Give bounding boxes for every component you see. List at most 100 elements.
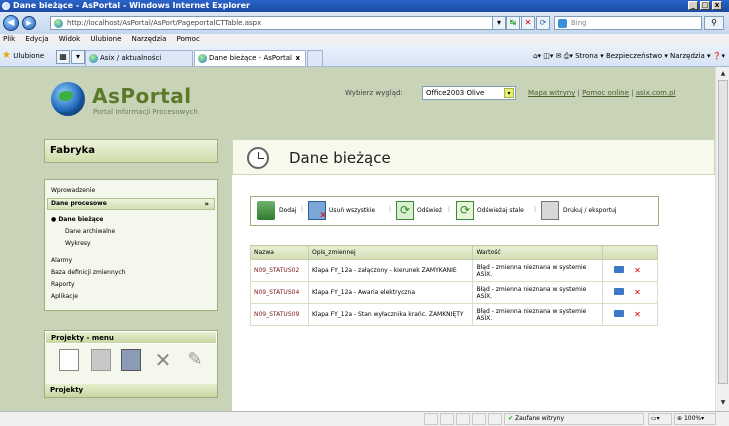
refresh-icon[interactable]: ⟳ — [396, 201, 414, 220]
column-header-value[interactable]: Wartość — [472, 245, 604, 260]
theme-select[interactable]: Office2003 Olive ▾ — [422, 86, 516, 100]
table-row[interactable]: N09_STATUS02 Klapa FY_12a - załączony - … — [250, 259, 658, 282]
logo[interactable]: AsPortal — [92, 84, 192, 108]
zoom-control[interactable]: ⊕ 100%▾ — [674, 413, 716, 425]
favorites-bar: ★ Ulubione ▦ ▾ Asix / aktualności Dane b… — [0, 45, 729, 67]
page-icon — [54, 19, 63, 28]
menu-view[interactable]: Widok — [59, 35, 81, 43]
sidebar-nav: Wprowadzenie Dane procesowe» ● Dane bież… — [44, 179, 218, 311]
maximize-button[interactable]: □ — [700, 1, 710, 10]
menu-help[interactable]: Pomoc — [177, 35, 200, 43]
menu-bar: Plik Edycja Widok Ulubione Narzędzia Pom… — [0, 34, 729, 45]
menu-favorites[interactable]: Ulubione — [90, 35, 121, 43]
sidebar-item-applications[interactable]: Aplikacje — [51, 293, 78, 300]
sidebar-item-alarms[interactable]: Alarmy — [51, 257, 72, 264]
compatibility-icon[interactable]: ↹ — [506, 16, 520, 30]
save-as-icon[interactable] — [121, 349, 141, 371]
print-icon[interactable] — [541, 201, 559, 220]
cell-description: Klapa FY_12a - Awaria elektryczna — [307, 281, 474, 304]
theme-label: Wybierz wygląd: — [345, 89, 403, 97]
logo-subtitle: Portal Informacji Procesowych — [93, 108, 198, 116]
back-button[interactable]: ◀ — [3, 15, 19, 31]
window-title: Dane bieżące - AsPortal - Windows Intern… — [13, 1, 250, 10]
table-row[interactable]: N09_STATUS04 Klapa FY_12a - Awaria elekt… — [250, 281, 658, 304]
menu-tools[interactable]: Narzędzia — [132, 35, 167, 43]
column-header-name[interactable]: Nazwa — [250, 245, 309, 260]
cell-name: N09_STATUS09 — [250, 303, 309, 326]
delete-all-icon[interactable]: ✕ — [308, 201, 327, 221]
header-links: Mapa witryny | Pomoc online | asix.com.p… — [528, 89, 676, 97]
new-tab-button[interactable] — [307, 50, 323, 66]
auto-refresh-icon[interactable]: ⟳ — [456, 201, 474, 220]
pin-icon[interactable]: ✎ — [185, 349, 205, 371]
close-button[interactable]: x — [712, 1, 722, 10]
search-input[interactable]: Bing — [554, 16, 702, 30]
forward-button[interactable]: ▶ — [22, 16, 36, 30]
home-icon[interactable]: ⌂▾ ◫▾ ✉ ⎙▾ — [533, 52, 575, 60]
column-header-description[interactable]: Opis_zmiennej — [307, 245, 474, 260]
column-header-actions — [602, 245, 658, 260]
menu-file[interactable]: Plik — [3, 35, 15, 43]
sidebar-item-archive-data[interactable]: Dane archiwalne — [65, 228, 115, 235]
star-icon: ★ — [2, 50, 11, 61]
tab-list-icon[interactable]: ▾ — [71, 50, 85, 64]
command-bar[interactable]: ⌂▾ ◫▾ ✉ ⎙▾ Strona ▾ Bezpieczeństwo ▾ Nar… — [533, 50, 725, 62]
auto-refresh-button[interactable]: Odświeżaj stale — [477, 206, 524, 216]
address-input[interactable]: http://localhost/AsPortal/AsPort/Pagepor… — [50, 16, 522, 30]
close-tab-icon[interactable]: x — [295, 51, 300, 66]
sidebar-item-charts[interactable]: Wykresy — [65, 240, 91, 247]
sitemap-link[interactable]: Mapa witryny — [528, 89, 575, 97]
asix-link[interactable]: asix.com.pl — [636, 89, 676, 97]
sidebar-title: Fabryka — [44, 139, 218, 163]
favorites-button[interactable]: ★ Ulubione — [2, 50, 44, 62]
tab-current[interactable]: Dane bieżące - AsPortal x — [194, 50, 306, 66]
projects-footer: Projekty — [45, 384, 217, 397]
edit-icon[interactable] — [614, 310, 625, 317]
sidebar-item-introduction[interactable]: Wprowadzenie — [51, 187, 95, 194]
scroll-down-icon[interactable]: ▼ — [718, 398, 728, 408]
add-button[interactable]: Dodaj — [279, 206, 296, 216]
sidebar-item-current-data[interactable]: ● Dane bieżące — [51, 216, 103, 223]
protected-mode-icon[interactable]: ▭▾ — [648, 413, 672, 425]
page-title: Dane bieżące — [289, 149, 391, 167]
cell-value: Błąd - zmienna nieznana w systemie ASIX. — [472, 259, 604, 282]
check-icon: ✔ — [508, 415, 514, 422]
projects-toolbar: ✕ ✎ — [49, 349, 213, 373]
sidebar-item-variables[interactable]: Baza definicji zmiennych — [51, 269, 125, 276]
delete-row-icon[interactable]: ✕ — [634, 310, 644, 319]
ie-icon — [2, 2, 10, 10]
help-icon[interactable]: ❓▾ — [713, 52, 725, 60]
print-button[interactable]: Drukuj / eksportuj — [563, 206, 617, 216]
help-link[interactable]: Pomoc online — [582, 89, 629, 97]
add-icon[interactable] — [257, 201, 275, 220]
sidebar-section-process-data[interactable]: Dane procesowe» — [47, 198, 215, 210]
edit-icon[interactable] — [614, 266, 625, 273]
minimize-button[interactable]: _ — [688, 1, 698, 10]
search-button[interactable]: ⚲ — [704, 16, 724, 30]
stop-button[interactable]: ✕ — [521, 16, 535, 30]
dropdown-button[interactable]: ▾ — [492, 16, 506, 30]
vertical-scrollbar[interactable]: ▲ ▼ — [715, 67, 729, 411]
address-bar-area: ◀ ▶ http://localhost/AsPortal/AsPort/Pag… — [0, 12, 729, 34]
quick-tabs-icon[interactable]: ▦ — [56, 50, 70, 64]
refresh-icon[interactable]: ⟳ — [536, 16, 550, 30]
scroll-up-icon[interactable]: ▲ — [718, 69, 728, 79]
edit-icon[interactable] — [614, 288, 625, 295]
menu-edit[interactable]: Edycja — [25, 35, 48, 43]
table-row[interactable]: N09_STATUS09 Klapa FY_12a - Stan wyłaczn… — [250, 303, 658, 326]
new-document-icon[interactable] — [59, 349, 79, 371]
delete-icon[interactable]: ✕ — [153, 349, 173, 371]
delete-all-button[interactable]: Usuń wszystkie — [329, 206, 375, 216]
scroll-thumb[interactable] — [718, 80, 728, 384]
save-icon[interactable] — [91, 349, 111, 371]
data-table: Nazwa Opis_zmiennej Wartość N09_STATUS02… — [250, 245, 658, 326]
data-toolbar: Dodaj | ✕ Usuń wszystkie | ⟳ Odśwież | ⟳… — [250, 196, 659, 226]
tab-asix[interactable]: Asix / aktualności — [85, 50, 193, 66]
sidebar-item-reports[interactable]: Raporty — [51, 281, 75, 288]
delete-row-icon[interactable]: ✕ — [634, 266, 644, 275]
refresh-button[interactable]: Odśwież — [417, 206, 442, 216]
security-zone[interactable]: ✔ Zaufane witryny — [504, 413, 644, 425]
delete-row-icon[interactable]: ✕ — [634, 288, 644, 297]
page-content: AsPortal Portal Informacji Procesowych W… — [0, 67, 715, 413]
cell-name: N09_STATUS04 — [250, 281, 309, 304]
